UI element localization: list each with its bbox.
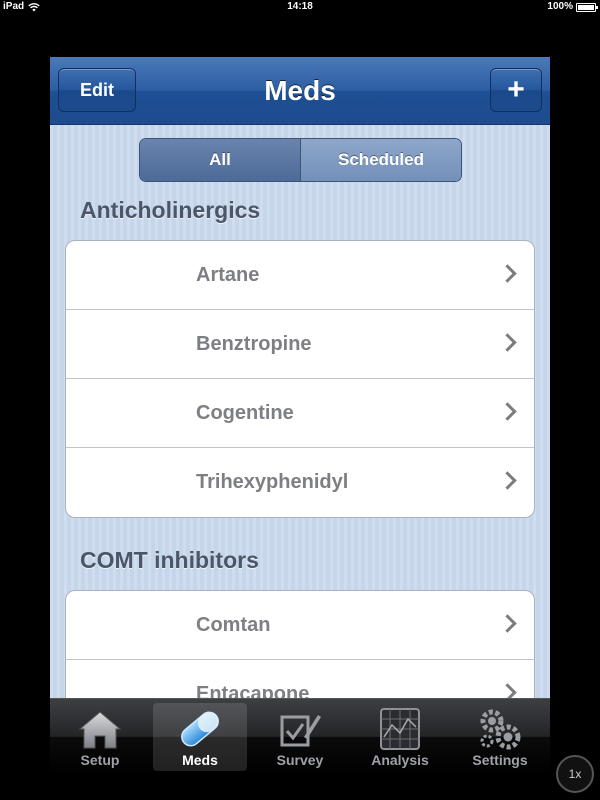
chevron-right-icon xyxy=(498,333,517,352)
med-row[interactable]: Comtan xyxy=(66,591,534,660)
tab-label: Survey xyxy=(276,752,324,768)
med-name: Cogentine xyxy=(196,402,294,424)
section-header-comt-inhibitors: COMT inhibitors xyxy=(80,547,259,573)
meds-screen: Edit Meds + All Scheduled Anticholinergi… xyxy=(50,57,550,773)
battery-percent: 100% xyxy=(547,1,573,12)
house-icon xyxy=(78,711,122,749)
chart-grid-icon xyxy=(380,708,420,750)
chevron-right-icon xyxy=(498,471,517,490)
med-row[interactable]: Artane xyxy=(66,241,534,310)
chevron-right-icon xyxy=(498,614,517,633)
med-row[interactable]: Cogentine xyxy=(66,379,534,448)
tab-analysis[interactable]: Analysis xyxy=(353,703,447,771)
tab-bar: Setup Meds Survey Analysis Settings xyxy=(50,698,550,773)
med-group-anticholinergics: Artane Benztropine Cogentine Trihexyphen… xyxy=(65,240,535,518)
status-bar: iPad 14:18 100% xyxy=(0,0,600,14)
tab-label: Setup xyxy=(80,752,120,768)
gears-icon xyxy=(480,709,521,750)
tab-meds[interactable]: Meds xyxy=(153,703,247,771)
med-row[interactable]: Trihexyphenidyl xyxy=(66,448,534,517)
med-row[interactable]: Benztropine xyxy=(66,310,534,379)
chevron-right-icon xyxy=(498,264,517,283)
clock: 14:18 xyxy=(287,1,313,12)
tab-settings[interactable]: Settings xyxy=(453,703,547,771)
add-med-button[interactable]: + xyxy=(490,68,542,112)
chevron-right-icon xyxy=(498,402,517,421)
segment-scheduled[interactable]: Scheduled xyxy=(301,139,461,181)
filter-segmented-control: All Scheduled xyxy=(139,138,462,182)
page-title: Meds xyxy=(264,75,336,106)
battery-icon xyxy=(576,2,598,12)
tab-label: Meds xyxy=(182,752,218,768)
med-name: Comtan xyxy=(196,614,271,636)
tab-setup[interactable]: Setup xyxy=(53,703,147,771)
section-header-anticholinergics: Anticholinergics xyxy=(80,197,261,223)
navigation-bar: Edit Meds + xyxy=(50,57,550,125)
tab-label: Settings xyxy=(472,752,528,768)
tab-survey[interactable]: Survey xyxy=(253,703,347,771)
checklist-icon xyxy=(280,715,321,747)
med-name: Benztropine xyxy=(196,333,312,355)
segment-all[interactable]: All xyxy=(140,139,301,181)
tab-label: Analysis xyxy=(371,752,429,768)
zoom-button[interactable]: 1x xyxy=(556,755,594,793)
med-name: Trihexyphenidyl xyxy=(196,471,349,493)
pill-icon xyxy=(181,711,219,747)
med-name: Artane xyxy=(196,264,260,286)
